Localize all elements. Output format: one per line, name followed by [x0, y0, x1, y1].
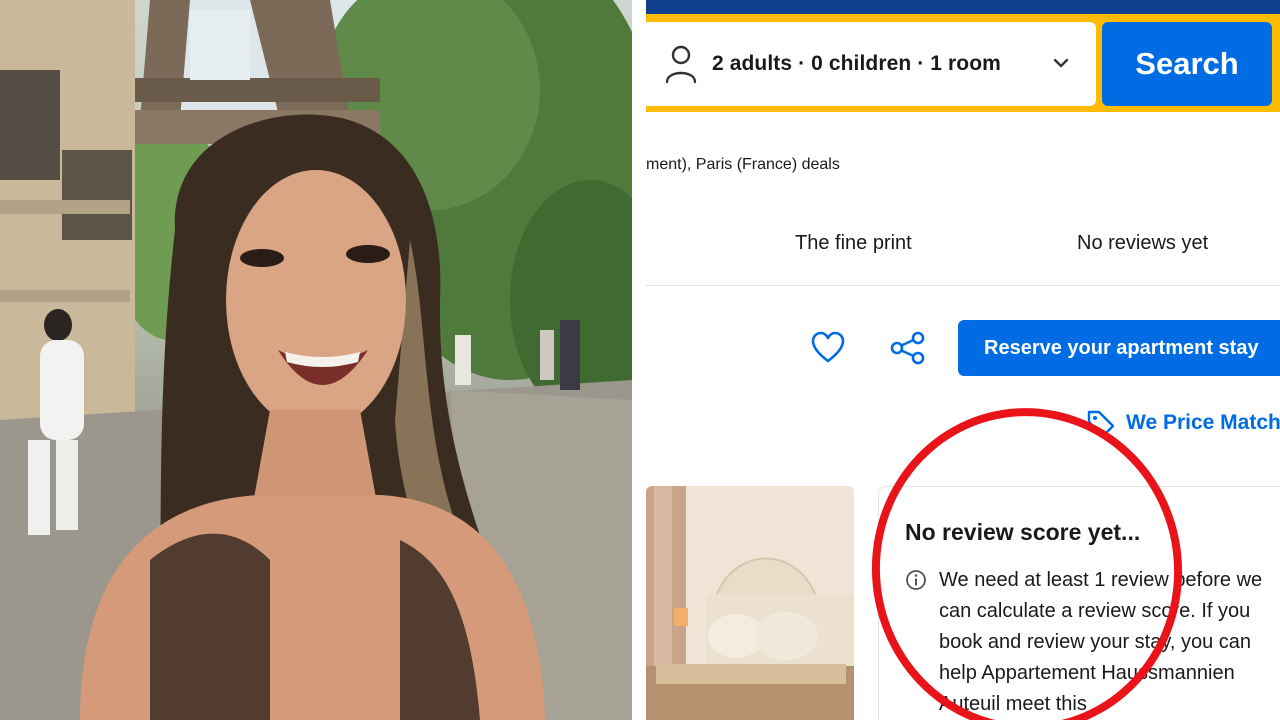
panel-divider: [632, 0, 646, 720]
price-match-label: We Price Match: [1126, 411, 1280, 434]
selfie-photo: [0, 0, 632, 720]
reserve-button[interactable]: Reserve your apartment stay: [958, 320, 1280, 376]
screenshot-composite: 2 adults · 0 children · 1 room Search me…: [0, 0, 1280, 720]
review-score-card: No review score yet... We need at least …: [878, 486, 1280, 720]
section-tabs: The fine print No reviews yet: [646, 222, 1280, 286]
heart-icon[interactable]: [810, 330, 846, 366]
selfie-illustration: [0, 0, 632, 720]
price-match-link[interactable]: We Price Match: [1086, 408, 1280, 438]
occupancy-label: 2 adults · 0 children · 1 room: [712, 52, 1001, 75]
tab-fine-print[interactable]: The fine print: [795, 232, 912, 255]
face: [226, 170, 406, 430]
review-score-message: We need at least 1 review before we can …: [939, 569, 1263, 715]
person-icon: [665, 45, 697, 84]
info-icon: [906, 570, 926, 590]
occupancy-selector[interactable]: 2 adults · 0 children · 1 room: [646, 22, 1096, 106]
bedroom-image: [646, 486, 854, 720]
search-button[interactable]: Search: [1102, 22, 1272, 106]
deals-breadcrumb[interactable]: ment), Paris (France) deals: [646, 156, 840, 174]
booking-page: 2 adults · 0 children · 1 room Search me…: [646, 0, 1280, 720]
share-icon[interactable]: [890, 330, 926, 366]
review-score-title: No review score yet...: [905, 519, 1141, 545]
chevron-down-icon: [1053, 58, 1069, 68]
room-photo[interactable]: [646, 486, 854, 720]
price-tag-icon: [1087, 410, 1115, 438]
tab-reviews[interactable]: No reviews yet: [1077, 232, 1208, 255]
